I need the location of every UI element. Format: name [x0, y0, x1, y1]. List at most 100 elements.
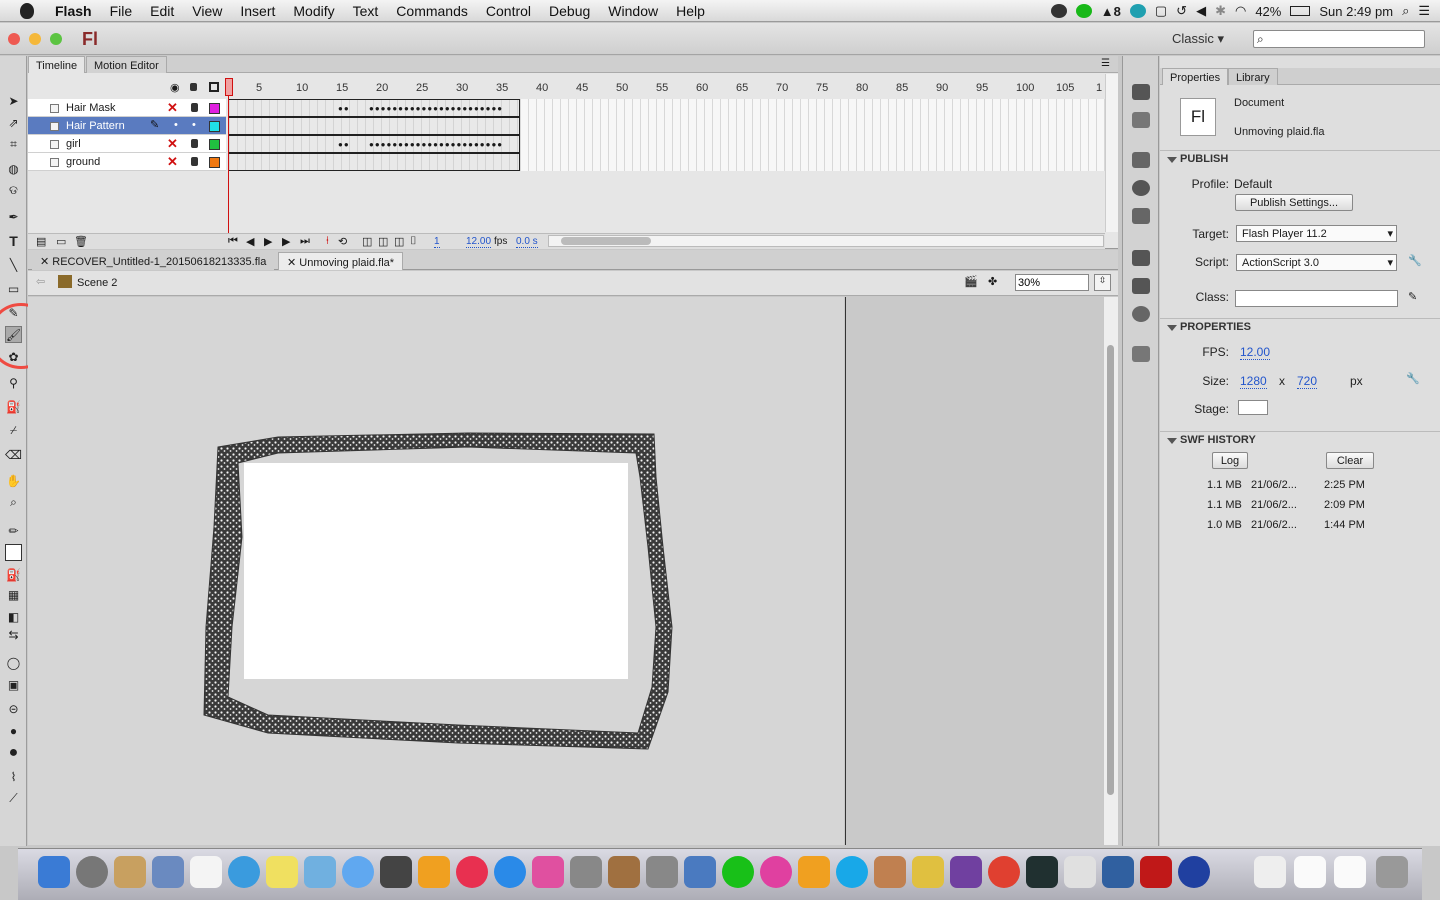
step-forward-icon[interactable]: ▶	[282, 235, 290, 248]
keynote-icon[interactable]	[684, 856, 716, 888]
bluetooth-icon[interactable]: ✱	[1215, 3, 1226, 19]
frame-span[interactable]	[228, 153, 520, 171]
itunes-icon[interactable]	[456, 856, 488, 888]
empty-frames[interactable]	[520, 153, 1105, 171]
dock-app-icon[interactable]	[1102, 856, 1134, 888]
menu-window[interactable]: Window	[599, 3, 667, 19]
menu-help[interactable]: Help	[667, 3, 714, 19]
pressure-icon[interactable]: ⌇	[5, 768, 22, 785]
zoom-stepper[interactable]: ⇳	[1094, 274, 1111, 291]
volume-icon[interactable]: ◀	[1196, 3, 1206, 19]
class-input[interactable]	[1235, 290, 1398, 307]
align-panel-icon[interactable]	[1132, 152, 1150, 168]
brush-mode-icon[interactable]: ⊝	[5, 700, 22, 717]
numbers-icon[interactable]	[532, 856, 564, 888]
flash-app-icon[interactable]	[1140, 856, 1172, 888]
trash-icon[interactable]	[1376, 856, 1408, 888]
layer-color-swatch[interactable]	[209, 103, 220, 114]
sync-icon[interactable]	[1075, 4, 1092, 18]
paint-bucket-tool-icon[interactable]: ⛽	[5, 398, 22, 415]
timeline-hscroll[interactable]	[548, 235, 1104, 247]
outline-all-icon[interactable]	[209, 82, 219, 92]
spotlight-icon[interactable]: ⌕	[1402, 3, 1409, 19]
pen-tool-icon[interactable]: ✒	[5, 208, 22, 225]
preview-icon[interactable]	[304, 856, 336, 888]
close-window-button[interactable]	[8, 33, 20, 45]
system-preferences-icon[interactable]	[570, 856, 602, 888]
minimize-window-button[interactable]	[29, 33, 41, 45]
hidden-x-icon[interactable]: ✕	[167, 100, 178, 116]
lock-all-icon[interactable]	[190, 83, 197, 91]
workspace-switcher[interactable]: Classic ▾	[1172, 31, 1224, 47]
free-transform-tool-icon[interactable]: ⌗	[5, 136, 22, 153]
stage-document[interactable]	[244, 463, 628, 679]
pattern-fill-icon[interactable]: ▦	[5, 586, 22, 603]
facetime-icon[interactable]	[380, 856, 412, 888]
help-search-input[interactable]: ⌕	[1253, 30, 1425, 48]
new-folder-icon[interactable]: ▭	[56, 235, 66, 248]
layer-color-swatch[interactable]	[209, 157, 220, 168]
clock[interactable]: Sun 2:49 pm	[1319, 4, 1393, 19]
doc-tab[interactable]: ✕ RECOVER_Untitled-1_20150618213335.fla	[32, 252, 275, 270]
lock-icon[interactable]	[191, 103, 198, 112]
wifi-icon[interactable]: ◠	[1235, 3, 1246, 19]
menu-edit[interactable]: Edit	[141, 3, 183, 19]
scene-name[interactable]: Scene 2	[77, 277, 117, 289]
stage-color-swatch[interactable]	[1238, 400, 1268, 415]
edit-scene-icon[interactable]: 🎬	[964, 275, 978, 288]
time-machine-icon[interactable]: ↺	[1176, 3, 1187, 19]
creative-cloud-icon[interactable]	[1050, 4, 1067, 18]
rectangle-tool-icon[interactable]: ▭	[5, 280, 22, 297]
scroll-thumb[interactable]	[561, 237, 651, 245]
layer-row[interactable]: girl ✕	[28, 135, 226, 153]
play-icon[interactable]: ▶	[264, 235, 272, 248]
hidden-x-icon[interactable]: ✕	[167, 154, 178, 170]
edit-multiple-icon[interactable]: ◫	[394, 235, 404, 248]
color-panel-icon[interactable]	[1132, 84, 1150, 100]
delete-layer-icon[interactable]: 🗑	[74, 235, 88, 248]
stage-workarea[interactable]	[28, 297, 844, 845]
notification-icon[interactable]: ☰	[1418, 3, 1430, 19]
loop-icon[interactable]: ⟲	[338, 235, 347, 248]
apple-menu-icon[interactable]	[20, 2, 34, 19]
black-white-icon[interactable]: ◧	[5, 608, 22, 625]
elapsed-time[interactable]: 0.0 s	[516, 236, 538, 248]
pages-icon[interactable]	[418, 856, 450, 888]
finder-icon[interactable]	[38, 856, 70, 888]
browser-icon[interactable]	[1129, 4, 1146, 18]
publish-settings-button[interactable]: Publish Settings...	[1235, 194, 1353, 211]
selection-tool-icon[interactable]: ➤	[5, 92, 22, 109]
object-drawing-icon[interactable]: ◯	[5, 654, 22, 671]
current-frame[interactable]: 1	[434, 236, 440, 248]
text-tool-icon[interactable]: T	[5, 232, 22, 249]
textedit-icon[interactable]	[1064, 856, 1096, 888]
onion-skin-icon[interactable]: ◫	[362, 235, 372, 248]
document-stack-icon[interactable]	[1254, 856, 1286, 888]
wrench-icon[interactable]: 🔧	[1408, 254, 1422, 267]
imovie-icon[interactable]	[950, 856, 982, 888]
dock-app-icon[interactable]	[760, 856, 792, 888]
tab-library[interactable]: Library	[1228, 68, 1278, 85]
go-to-last-frame-icon[interactable]: ⏭	[300, 235, 310, 248]
menu-text[interactable]: Text	[344, 3, 388, 19]
lock-icon[interactable]	[191, 157, 198, 166]
clear-button[interactable]: Clear	[1326, 452, 1374, 469]
layer-row[interactable]: ground ✕	[28, 153, 226, 171]
layer-row[interactable]: Hair Mask ✕	[28, 99, 226, 117]
zoom-tool-icon[interactable]: ⌕	[5, 494, 22, 511]
playhead-handle[interactable]	[225, 78, 233, 96]
pencil-icon[interactable]: ✎	[1408, 290, 1417, 303]
menu-control[interactable]: Control	[477, 3, 540, 19]
publish-section-header[interactable]: PUBLISH	[1160, 150, 1440, 168]
width-value[interactable]: 1280	[1240, 374, 1267, 389]
transform-panel-icon[interactable]	[1132, 208, 1150, 224]
tilt-icon[interactable]: ⟋	[5, 790, 22, 807]
adobe-updates-icon[interactable]: ▲8	[1101, 4, 1121, 19]
menu-view[interactable]: View	[183, 3, 231, 19]
photos-icon[interactable]	[646, 856, 678, 888]
zoom-input[interactable]	[1015, 274, 1089, 291]
properties-section-header[interactable]: PROPERTIES	[1160, 318, 1440, 336]
eyedropper-tool-icon[interactable]: ⌿	[5, 422, 22, 439]
bone-tool-icon[interactable]: ⚲	[5, 374, 22, 391]
doc-tab[interactable]: ✕ Unmoving plaid.fla*	[278, 252, 404, 270]
